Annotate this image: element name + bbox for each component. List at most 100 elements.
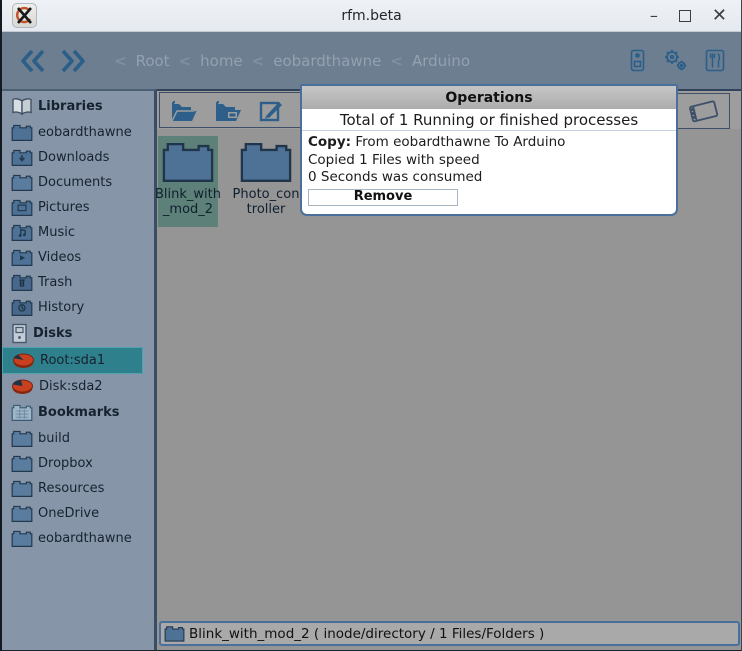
folder-icon — [162, 142, 214, 182]
status-bar: Blink_with_mod_2 ( inode/directory / 1 F… — [159, 621, 740, 646]
sidebar-item-label: build — [38, 431, 70, 446]
file-tile-blink-with-mod-2[interactable]: Blink_with _mod_2 — [155, 136, 221, 228]
folder-icon — [164, 626, 185, 642]
folder-icon — [11, 480, 33, 497]
navigation-toolbar: < Root < home < eobardthawne < Arduino — [2, 32, 741, 89]
sidebar-header-label: Libraries — [38, 99, 103, 114]
sidebar-item-resources[interactable]: Resources — [2, 476, 143, 501]
sidebar-item-build[interactable]: build — [2, 426, 143, 451]
sidebar-item-label: History — [38, 300, 85, 315]
operation-detail: From eobardthawne To Arduino — [355, 134, 566, 150]
tilted-card-icon — [689, 100, 719, 123]
file-label: Blink_with _mod_2 — [155, 187, 221, 218]
folder-icon — [11, 505, 33, 522]
sidebar-item-onedrive[interactable]: OneDrive — [2, 501, 143, 526]
sidebar-item-label: Downloads — [38, 150, 110, 165]
sidebar-item-label: OneDrive — [38, 506, 100, 521]
sidebar-item-label: Pictures — [38, 200, 90, 215]
sidebar-item-history[interactable]: History — [2, 295, 143, 320]
folder-icon — [11, 124, 33, 141]
folder-icon — [11, 199, 33, 216]
gears-icon[interactable] — [662, 49, 688, 72]
disk-drive-icon — [12, 323, 27, 344]
dialog-title[interactable]: Operations — [302, 86, 676, 109]
sidebar-header-label: Disks — [33, 326, 73, 341]
sidebar: Libraries eobardthawne Downloads Documen… — [2, 89, 157, 650]
sidebar-item-pictures[interactable]: Pictures — [2, 195, 143, 220]
sidebar-item-downloads[interactable]: Downloads — [2, 145, 143, 170]
folder-icon — [11, 530, 33, 547]
folder-icon — [11, 224, 33, 241]
sidebar-item-eobardthawne[interactable]: eobardthawne — [2, 120, 143, 145]
utensils-icon[interactable] — [705, 49, 725, 72]
breadcrumb-item-current[interactable]: Arduino — [412, 52, 470, 70]
sidebar-item-label: Documents — [38, 175, 113, 190]
sidebar-header-bookmarks[interactable]: Bookmarks — [2, 399, 143, 426]
sidebar-item-label: Resources — [38, 481, 105, 496]
folder-icon — [11, 430, 33, 447]
folder-open-icon[interactable] — [170, 98, 199, 123]
file-label: Photo_con troller — [232, 187, 300, 218]
nav-forward-icon[interactable] — [58, 48, 88, 74]
breadcrumb-separator: < — [178, 51, 192, 70]
remove-button[interactable]: Remove — [308, 188, 458, 206]
device-icon[interactable] — [630, 49, 645, 72]
folder-icon — [11, 455, 33, 472]
sidebar-item-root-sda1[interactable]: Root:sda1 — [2, 347, 143, 374]
sidebar-item-label: Disk:sda2 — [39, 379, 103, 394]
sidebar-item-label: Music — [38, 225, 75, 240]
sidebar-item-label: Trash — [38, 275, 73, 290]
disk-usage-icon — [12, 379, 33, 394]
nav-back-icon[interactable] — [18, 48, 48, 74]
sidebar-header-label: Bookmarks — [38, 405, 120, 420]
sidebar-header-libraries[interactable]: Libraries — [2, 93, 143, 120]
dialog-content: Copy: From eobardthawne To Arduino Copie… — [302, 131, 676, 206]
sidebar-item-music[interactable]: Music — [2, 220, 143, 245]
sidebar-header-disks[interactable]: Disks — [2, 320, 143, 347]
maximize-button[interactable] — [678, 9, 691, 22]
trash-folder-icon — [11, 274, 33, 291]
breadcrumb-separator: < — [390, 51, 403, 70]
close-button[interactable]: ✕ — [712, 6, 727, 24]
sidebar-item-label: eobardthawne — [38, 125, 132, 140]
sidebar-item-label: Root:sda1 — [40, 353, 106, 368]
history-folder-icon — [11, 299, 33, 316]
dialog-summary: Total of 1 Running or finished processes — [302, 109, 676, 131]
app-window: rfm.beta – ✕ < Root < home < eobardthawn… — [0, 0, 742, 651]
operation-line-files: Copied 1 Files with speed — [308, 151, 480, 168]
disk-usage-icon — [13, 353, 34, 368]
sidebar-item-documents[interactable]: Documents — [2, 170, 143, 195]
sidebar-item-label: Videos — [38, 250, 82, 265]
edit-icon[interactable] — [258, 97, 285, 123]
operation-type-label: Copy: — [308, 134, 352, 150]
bookmarks-folder-icon — [11, 404, 33, 421]
status-text: Blink_with_mod_2 ( inode/directory / 1 F… — [189, 625, 545, 642]
folder-icon — [11, 249, 33, 266]
sidebar-item-videos[interactable]: Videos — [2, 245, 143, 270]
sidebar-item-label: Dropbox — [38, 456, 93, 471]
breadcrumb: < Root < home < eobardthawne < Arduino — [114, 52, 470, 70]
view-toggle-button[interactable] — [676, 93, 730, 129]
operation-line-copy: Copy: From eobardthawne To Arduino — [308, 134, 670, 152]
folder-copy-icon[interactable] — [214, 98, 243, 123]
sidebar-item-dropbox[interactable]: Dropbox — [2, 451, 143, 476]
sidebar-item-disk-sda2[interactable]: Disk:sda2 — [2, 374, 143, 399]
breadcrumb-item-root[interactable]: Root — [136, 52, 170, 70]
operations-dialog: Operations Total of 1 Running or finishe… — [300, 84, 678, 216]
folder-icon — [11, 149, 33, 166]
breadcrumb-item-home[interactable]: home — [200, 52, 243, 70]
breadcrumb-item-user[interactable]: eobardthawne — [273, 52, 381, 70]
sidebar-item-label: eobardthawne — [38, 531, 132, 546]
operation-line-time: 0 Seconds was consumed — [308, 169, 483, 185]
minimize-button[interactable]: – — [650, 7, 658, 24]
breadcrumb-separator: < — [114, 51, 127, 70]
folder-icon — [11, 174, 33, 191]
sidebar-item-trash[interactable]: Trash — [2, 270, 143, 295]
book-icon — [12, 98, 32, 116]
window-title: rfm.beta — [341, 7, 402, 24]
sidebar-item-eobardthawne-bookmark[interactable]: eobardthawne — [2, 526, 143, 551]
folder-icon — [240, 142, 292, 182]
file-tile-photo-controller[interactable]: Photo_con troller — [233, 136, 299, 227]
titlebar: rfm.beta – ✕ — [2, 0, 741, 32]
breadcrumb-separator: < — [251, 51, 265, 70]
